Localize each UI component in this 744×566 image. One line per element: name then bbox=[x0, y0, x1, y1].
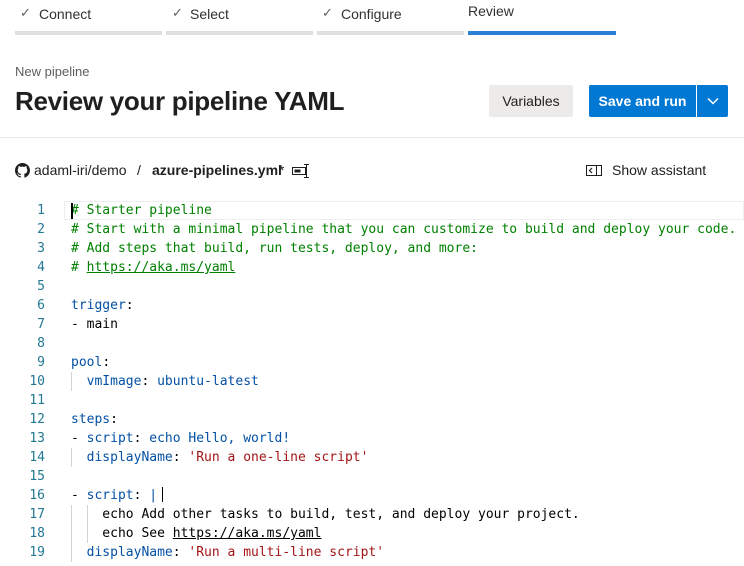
indent-guide bbox=[71, 448, 72, 467]
line-number: 12 bbox=[29, 412, 45, 427]
line-number: 5 bbox=[37, 279, 45, 294]
line-number: 8 bbox=[37, 336, 45, 351]
code-text: # https://aka.ms/yaml bbox=[71, 260, 236, 275]
code-line: 15 bbox=[0, 467, 744, 486]
wizard-step-connect[interactable]: ✓ Connect bbox=[15, 0, 162, 36]
code-text: pool: bbox=[71, 355, 111, 370]
save-and-run-button[interactable]: Save and run bbox=[589, 85, 696, 117]
line-number: 4 bbox=[37, 260, 45, 275]
line-number: 10 bbox=[29, 374, 45, 389]
show-assistant-label: Show assistant bbox=[612, 162, 707, 178]
github-icon bbox=[15, 163, 30, 178]
code-line: 12 steps: bbox=[0, 410, 744, 429]
line-number: 7 bbox=[37, 317, 45, 332]
code-text: echo See https://aka.ms/yaml bbox=[71, 526, 322, 541]
code-text: displayName: 'Run a multi-line script' bbox=[86, 545, 385, 560]
code-text: - script: echo Hello, world! bbox=[71, 431, 291, 446]
code-text: # Starter pipeline bbox=[71, 203, 212, 218]
code-text: trigger: bbox=[71, 298, 134, 313]
line-number: 9 bbox=[37, 355, 45, 370]
wizard-step-bar-active bbox=[468, 31, 616, 35]
save-options-dropdown[interactable] bbox=[697, 85, 728, 117]
code-line: 14 displayName: 'Run a one-line script' bbox=[0, 448, 744, 467]
indent-guide bbox=[86, 524, 88, 543]
code-line: 10 vmImage: ubuntu-latest bbox=[0, 372, 744, 391]
code-line: 3 # Add steps that build, run tests, depl… bbox=[0, 239, 744, 258]
code-line: 8 bbox=[0, 334, 744, 353]
wizard-step-label: Connect bbox=[39, 6, 92, 22]
rename-icon[interactable] bbox=[292, 164, 310, 178]
wizard-step-label: Select bbox=[190, 6, 229, 22]
line-number: 1 bbox=[37, 203, 45, 218]
show-assistant-icon bbox=[586, 165, 602, 176]
wizard-step-label: Configure bbox=[341, 6, 402, 22]
checkmark-icon: ✓ bbox=[322, 5, 333, 20]
indent-guide bbox=[86, 505, 88, 524]
indent-guide bbox=[71, 524, 72, 543]
repository-link[interactable]: adaml-iri/demo bbox=[34, 162, 127, 178]
code-line: 4 # https://aka.ms/yaml bbox=[0, 258, 744, 277]
line-number: 17 bbox=[29, 507, 45, 522]
checkmark-icon: ✓ bbox=[172, 5, 183, 20]
wizard-step-review[interactable]: Review bbox=[468, 0, 616, 36]
line-number: 13 bbox=[29, 431, 45, 446]
code-text: vmImage: ubuntu-latest bbox=[86, 374, 259, 389]
indent-guide bbox=[71, 505, 72, 524]
code-text: # Start with a minimal pipeline that you… bbox=[71, 222, 737, 237]
text-cursor bbox=[162, 487, 164, 502]
line-number: 3 bbox=[37, 241, 45, 256]
indent-guide bbox=[71, 372, 72, 391]
code-line: 1 # Starter pipeline bbox=[0, 201, 744, 220]
checkmark-icon: ✓ bbox=[20, 5, 31, 20]
wizard-step-bar bbox=[317, 31, 464, 35]
code-text: displayName: 'Run a one-line script' bbox=[86, 450, 369, 465]
line-number: 6 bbox=[37, 298, 45, 313]
wizard-step-select[interactable]: ✓ Select bbox=[166, 0, 313, 36]
code-line: 9 pool: bbox=[0, 353, 744, 372]
chevron-down-icon bbox=[706, 97, 719, 105]
wizard-steps: ✓ Connect ✓ Select ✓ Configure Review bbox=[0, 0, 744, 36]
file-path-bar: adaml-iri/demo / azure-pipelines.yml * S… bbox=[0, 160, 744, 182]
code-line: 5 bbox=[0, 277, 744, 296]
code-text: - script: | bbox=[71, 486, 164, 505]
code-line: 16 - script: | bbox=[0, 486, 744, 505]
variables-button[interactable]: Variables bbox=[489, 85, 573, 117]
code-line: 19 displayName: 'Run a multi-line script… bbox=[0, 543, 744, 562]
code-line: 18 echo See https://aka.ms/yaml bbox=[0, 524, 744, 543]
header-divider bbox=[0, 137, 744, 138]
line-number: 2 bbox=[37, 222, 45, 237]
code-line: 7 - main bbox=[0, 315, 744, 334]
file-name: azure-pipelines.yml bbox=[152, 162, 282, 178]
code-line: 2 # Start with a minimal pipeline that yo… bbox=[0, 220, 744, 239]
modified-indicator: * bbox=[279, 162, 285, 178]
line-number: 11 bbox=[29, 393, 45, 408]
code-line: 13 - script: echo Hello, world! bbox=[0, 429, 744, 448]
code-line: 6 trigger: bbox=[0, 296, 744, 315]
indent-guide bbox=[71, 543, 72, 562]
code-line: 17 echo Add other tasks to build, test, … bbox=[0, 505, 744, 524]
page-subtitle: New pipeline bbox=[15, 64, 90, 79]
line-number: 14 bbox=[29, 450, 45, 465]
code-text: - main bbox=[71, 317, 118, 332]
path-separator: / bbox=[137, 162, 141, 178]
wizard-step-configure[interactable]: ✓ Configure bbox=[317, 0, 464, 36]
code-text: echo Add other tasks to build, test, and… bbox=[71, 507, 580, 522]
yaml-editor[interactable]: 1 # Starter pipeline 2 # Start with a minim… bbox=[0, 201, 744, 566]
line-number: 16 bbox=[29, 488, 45, 503]
code-text: steps: bbox=[71, 412, 118, 427]
page-title: Review your pipeline YAML bbox=[15, 86, 345, 116]
code-text: # Add steps that build, run tests, deplo… bbox=[71, 241, 478, 256]
code-line: 11 bbox=[0, 391, 744, 410]
wizard-step-label: Review bbox=[468, 3, 514, 19]
line-number: 19 bbox=[29, 545, 45, 560]
wizard-step-bar bbox=[166, 31, 313, 35]
line-number: 18 bbox=[29, 526, 45, 541]
line-number: 15 bbox=[29, 469, 45, 484]
wizard-step-bar bbox=[15, 31, 162, 35]
text-cursor bbox=[71, 203, 73, 219]
